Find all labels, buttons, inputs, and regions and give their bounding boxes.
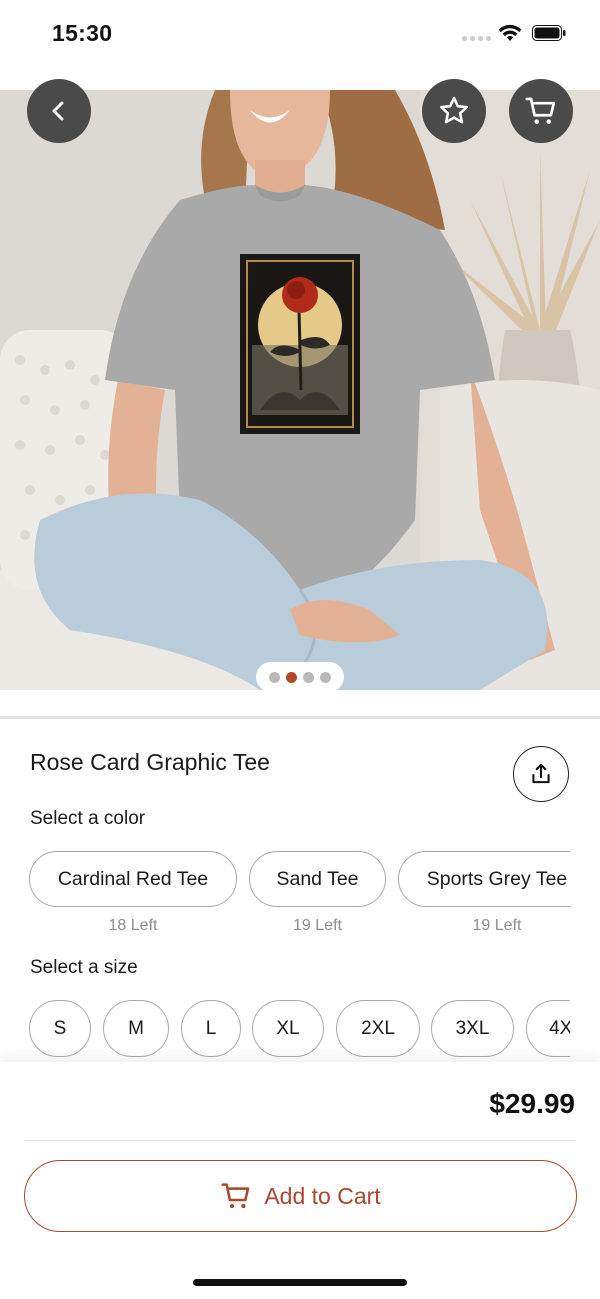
add-to-cart-button[interactable]: Add to Cart: [24, 1160, 577, 1232]
status-bar: 15:30: [0, 0, 600, 90]
add-to-cart-label: Add to Cart: [264, 1182, 381, 1209]
size-option-m[interactable]: M: [103, 1000, 169, 1057]
product-title: Rose Card Graphic Tee: [30, 749, 270, 775]
share-button[interactable]: [513, 746, 569, 802]
carousel-dot[interactable]: [303, 671, 314, 683]
color-option-sand[interactable]: Sand Tee: [249, 851, 386, 907]
size-section-label: Select a size: [30, 957, 138, 978]
star-outline-icon: [439, 96, 469, 124]
shopping-cart-icon: [221, 1183, 250, 1209]
carousel-dot-active[interactable]: [286, 671, 297, 683]
size-option-xl[interactable]: XL: [252, 1000, 324, 1057]
signal-icon: [462, 36, 491, 41]
color-option-cardinal-red[interactable]: Cardinal Red Tee: [29, 851, 237, 907]
shopping-cart-icon: [525, 97, 556, 124]
wifi-icon: [498, 24, 522, 41]
share-upload-icon: [532, 763, 550, 784]
footer-divider: [24, 1140, 576, 1141]
back-button[interactable]: [27, 79, 91, 143]
stock-count: 18 Left: [108, 917, 158, 934]
color-option-sports-grey[interactable]: Sports Grey Tee: [398, 851, 570, 907]
battery-icon: [532, 25, 566, 41]
product-photo: [0, 90, 600, 690]
chevron-left-icon: [52, 101, 64, 121]
product-price: $29.99: [489, 1088, 575, 1119]
size-option-s[interactable]: S: [29, 1000, 91, 1057]
color-section-label: Select a color: [30, 808, 146, 829]
status-time: 15:30: [52, 20, 113, 46]
stock-count: 19 Left: [472, 917, 522, 934]
product-image-carousel[interactable]: [0, 90, 600, 690]
size-option-2xl[interactable]: 2XL: [336, 1000, 420, 1057]
home-indicator[interactable]: [193, 1279, 407, 1286]
size-options: S M L XL 2XL 3XL 4XL: [29, 1000, 570, 1060]
stock-count: 19 Left: [293, 917, 342, 934]
carousel-dot[interactable]: [320, 671, 331, 683]
carousel-dot[interactable]: [269, 671, 280, 683]
color-options: Cardinal Red Tee 18 Left Sand Tee 19 Lef…: [29, 851, 570, 951]
size-option-4xl[interactable]: 4XL: [526, 1000, 570, 1057]
favorite-button[interactable]: [422, 79, 486, 143]
size-option-3xl[interactable]: 3XL: [431, 1000, 514, 1057]
cart-button[interactable]: [509, 79, 573, 143]
carousel-indicator: [256, 662, 344, 692]
size-option-l[interactable]: L: [181, 1000, 241, 1057]
section-divider: [0, 716, 600, 719]
